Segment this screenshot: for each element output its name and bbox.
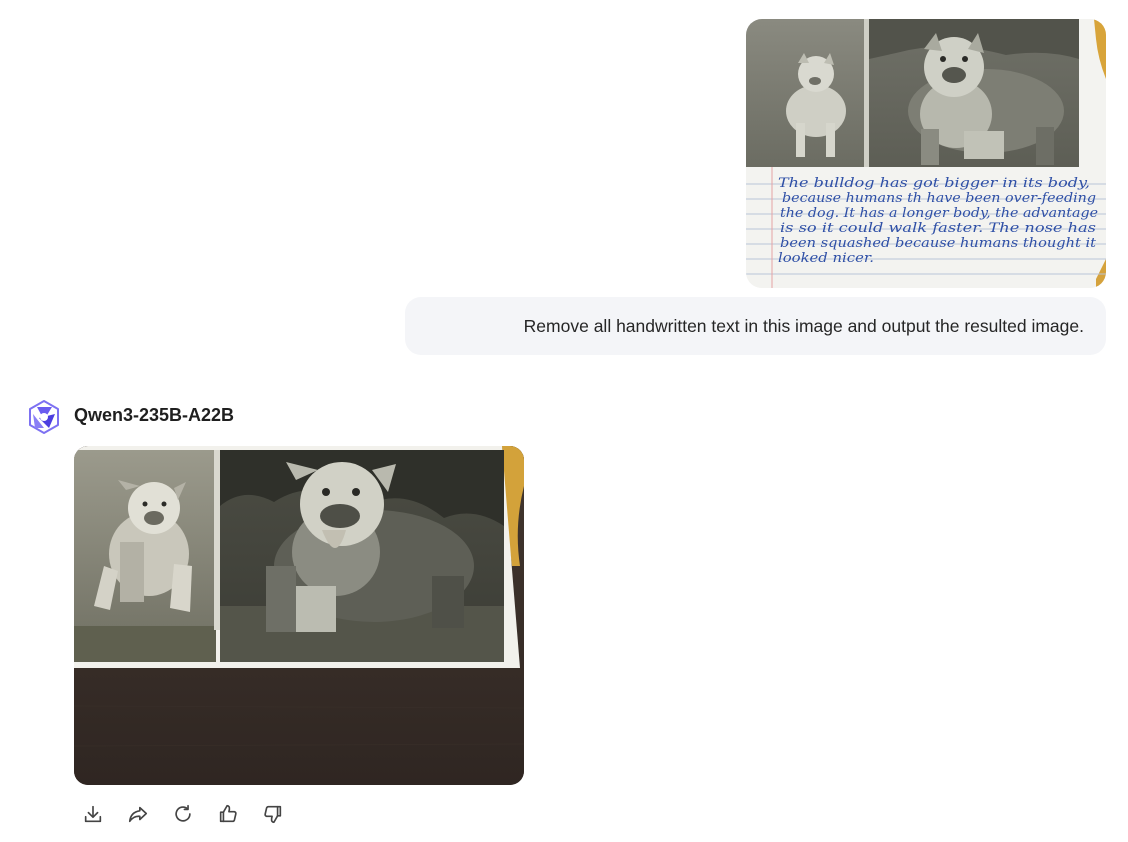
thumbs-down-icon — [263, 805, 281, 823]
download-icon — [84, 805, 101, 822]
regenerate-button[interactable] — [169, 800, 196, 827]
message-actions — [79, 800, 286, 827]
handwriting-line: looked nicer. — [778, 251, 874, 266]
handwriting-line: is so it could walk faster. The nose has — [780, 221, 1096, 236]
share-icon — [128, 806, 147, 822]
handwriting-line: the dog. It has a longer body, the advan… — [780, 206, 1098, 221]
bulldog-notebook-photo: The bulldog has got bigger in its body, … — [746, 19, 1106, 288]
handwriting-line: been squashed because humans thought it — [780, 236, 1097, 251]
regenerate-icon — [174, 804, 191, 822]
model-name: Qwen3-235B-A22B — [74, 405, 235, 425]
assistant-generated-image[interactable] — [74, 446, 524, 785]
handwriting-line: The bulldog has got bigger in its body, — [778, 176, 1090, 191]
user-uploaded-image[interactable]: The bulldog has got bigger in its body, … — [746, 19, 1106, 288]
download-button[interactable] — [79, 800, 106, 827]
share-button[interactable] — [124, 800, 151, 827]
user-message-bubble: Remove all handwritten text in this imag… — [405, 297, 1106, 355]
qwen-logo-icon — [25, 398, 63, 436]
bulldog-result-photo — [74, 446, 524, 785]
handwriting-line: because humans th have been over-feeding — [782, 191, 1096, 206]
like-button[interactable] — [214, 800, 241, 827]
user-message-text: Remove all handwritten text in this imag… — [523, 315, 1084, 336]
dislike-button[interactable] — [259, 800, 286, 827]
thumbs-up-icon — [219, 804, 237, 822]
